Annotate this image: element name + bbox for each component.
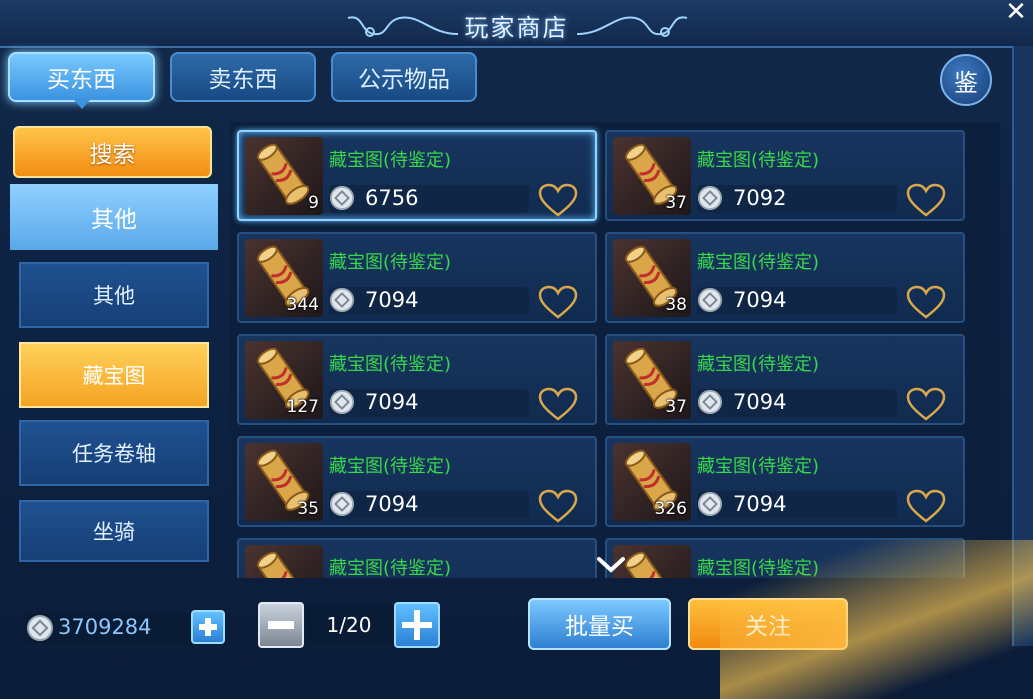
item-name: 藏宝图(待鉴定) (329, 558, 452, 578)
item-price: 7094 (365, 390, 419, 414)
item-price-bar: 7094 (329, 287, 529, 315)
tab-sell[interactable]: 卖东西 (170, 52, 316, 102)
heart-icon[interactable] (905, 488, 947, 524)
item-name: 藏宝图(待鉴定) (697, 252, 820, 273)
page-indicator: 1/20 (306, 606, 392, 644)
item-card[interactable]: 127 藏宝图(待鉴定) 7094 (237, 334, 597, 425)
page-prev-button[interactable] (258, 602, 304, 648)
item-count: 344 (286, 295, 319, 315)
treasure-map-scroll-icon: 127 (245, 341, 323, 419)
treasure-map-scroll-icon: 326 (613, 443, 691, 521)
item-price: 7094 (365, 288, 419, 312)
item-price-bar: 7094 (697, 287, 897, 315)
shop-window: 玩家商店 ✕ 买东西 卖东西 公示物品 鉴 搜索 其他 其他 藏宝图 任务卷轴 … (0, 0, 1033, 699)
item-name: 藏宝图(待鉴定) (329, 354, 452, 375)
tab-buy[interactable]: 买东西 (8, 52, 155, 109)
heart-icon[interactable] (905, 182, 947, 218)
treasure-map-scroll-icon: 38 (613, 239, 691, 317)
item-name: 藏宝图(待鉴定) (329, 252, 452, 273)
close-icon[interactable]: ✕ (1003, 0, 1029, 26)
item-name: 藏宝图(待鉴定) (697, 456, 820, 477)
bulk-buy-button[interactable]: 批量买 (528, 598, 671, 650)
item-price-bar: 7094 (329, 389, 529, 417)
search-button[interactable]: 搜索 (13, 126, 212, 178)
light-glare (720, 540, 1033, 699)
item-grid: 9 藏宝图(待鉴定) 6756 37 藏宝图(待鉴定) 7092 344 藏宝图… (230, 122, 1000, 578)
coin-icon (697, 287, 723, 313)
heart-icon[interactable] (537, 284, 579, 320)
treasure-map-scroll-icon: 37 (613, 137, 691, 215)
ornament-right-icon (576, 16, 688, 37)
item-card[interactable]: 9 藏宝图(待鉴定) 6756 (237, 130, 597, 221)
item-count: 38 (665, 295, 687, 315)
tab-public-items[interactable]: 公示物品 (331, 52, 477, 102)
item-name: 藏宝图(待鉴定) (329, 150, 452, 171)
sidebar-item-treasure-map[interactable]: 藏宝图 (19, 342, 209, 408)
item-count: 326 (654, 499, 687, 519)
coin-icon (697, 491, 723, 517)
page-next-button[interactable] (394, 602, 440, 648)
balance-display: 3709284 (24, 612, 209, 644)
coin-icon (329, 287, 355, 313)
item-count: 35 (297, 499, 319, 519)
treasure-map-scroll-icon (245, 545, 323, 578)
sidebar-item-quest-scroll[interactable]: 任务卷轴 (19, 420, 209, 486)
item-card[interactable]: 35 藏宝图(待鉴定) 7094 (237, 436, 597, 527)
item-price: 7092 (733, 186, 787, 210)
item-name: 藏宝图(待鉴定) (329, 456, 452, 477)
identify-button[interactable]: 鉴 (940, 54, 992, 106)
treasure-map-scroll-icon: 35 (245, 443, 323, 521)
coin-icon (329, 389, 355, 415)
item-name: 藏宝图(待鉴定) (697, 150, 820, 171)
item-price-bar: 7094 (697, 491, 897, 519)
item-price: 7094 (733, 288, 787, 312)
treasure-map-scroll-icon: 9 (245, 137, 323, 215)
item-price-bar: 6756 (329, 185, 529, 213)
coin-icon (329, 185, 355, 211)
item-price: 7094 (733, 390, 787, 414)
coin-icon (329, 491, 355, 517)
category-header[interactable]: 其他 (10, 184, 218, 250)
sidebar-item-other[interactable]: 其他 (19, 262, 209, 328)
heart-icon[interactable] (537, 182, 579, 218)
recharge-plus-button[interactable] (191, 610, 225, 644)
coin-icon (697, 185, 723, 211)
item-count: 37 (665, 193, 687, 213)
item-price-bar: 7092 (697, 185, 897, 213)
item-count: 127 (286, 397, 319, 417)
coin-icon (27, 615, 53, 641)
item-card[interactable]: 326 藏宝图(待鉴定) 7094 (605, 436, 965, 527)
title-bar: 玩家商店 ✕ (0, 0, 1033, 48)
item-card[interactable]: 37 藏宝图(待鉴定) 7092 (605, 130, 965, 221)
item-name: 藏宝图(待鉴定) (697, 354, 820, 375)
item-card[interactable]: 藏宝图(待鉴定) (237, 538, 597, 578)
coin-icon (697, 389, 723, 415)
item-card[interactable]: 344 藏宝图(待鉴定) 7094 (237, 232, 597, 323)
item-price-bar: 7094 (697, 389, 897, 417)
heart-icon[interactable] (905, 386, 947, 422)
item-count: 9 (308, 193, 319, 213)
treasure-map-scroll-icon: 344 (245, 239, 323, 317)
item-count: 37 (665, 397, 687, 417)
item-card[interactable]: 38 藏宝图(待鉴定) 7094 (605, 232, 965, 323)
heart-icon[interactable] (905, 284, 947, 320)
window-title: 玩家商店 (464, 14, 569, 42)
balance-value: 3709284 (58, 615, 152, 639)
heart-icon[interactable] (537, 488, 579, 524)
sidebar-item-mount[interactable]: 坐骑 (19, 500, 209, 562)
item-price: 6756 (365, 186, 419, 210)
item-card[interactable]: 37 藏宝图(待鉴定) 7094 (605, 334, 965, 425)
treasure-map-scroll-icon: 37 (613, 341, 691, 419)
item-price: 7094 (733, 492, 787, 516)
item-price-bar: 7094 (329, 491, 529, 519)
item-price: 7094 (365, 492, 419, 516)
chevron-down-icon[interactable] (596, 555, 626, 575)
heart-icon[interactable] (537, 386, 579, 422)
